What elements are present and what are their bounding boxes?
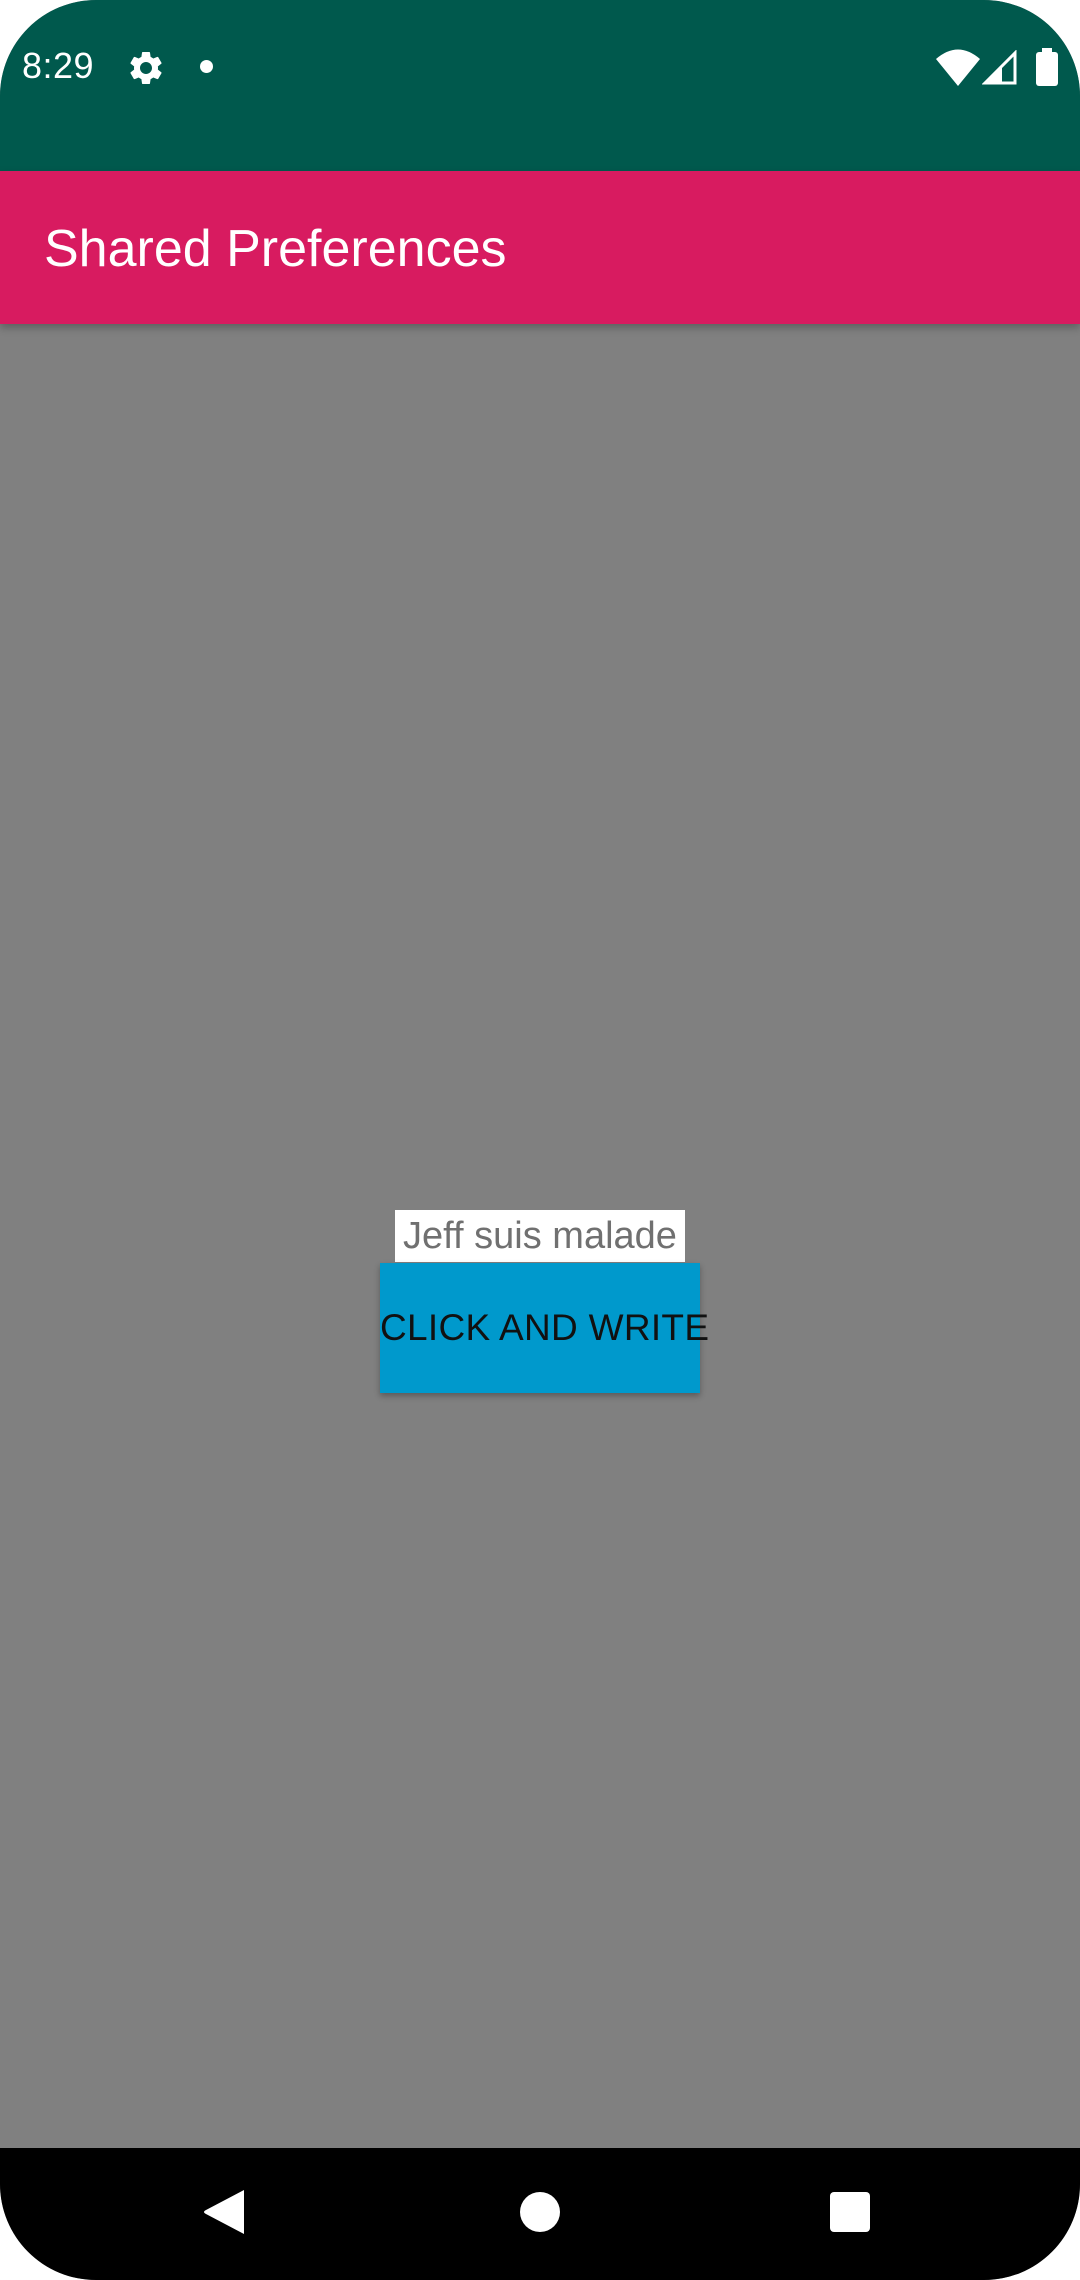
recents-icon[interactable] xyxy=(830,2192,870,2232)
gear-icon xyxy=(130,52,162,84)
app-title: Shared Preferences xyxy=(44,220,507,278)
signal-icon xyxy=(982,50,1017,85)
notification-dot-icon xyxy=(200,60,213,73)
status-time: 8:29 xyxy=(22,45,95,86)
app-bar: Shared Preferences xyxy=(0,171,1080,324)
status-bar: 8:29 xyxy=(0,0,1080,171)
wifi-icon xyxy=(936,49,980,86)
navigation-bar xyxy=(0,2148,1080,2280)
click-and-write-button[interactable]: CLICK AND WRITE xyxy=(380,1263,709,1393)
battery-icon xyxy=(1036,48,1058,86)
back-icon[interactable] xyxy=(202,2188,246,2236)
saved-preference-text: Jeff suis malade xyxy=(395,1210,685,1262)
main-content: Jeff suis malade CLICK AND WRITE xyxy=(0,324,1080,2148)
phone-screen: 8:29 Shared Preferences Jeff suis malade… xyxy=(0,0,1080,2280)
home-icon[interactable] xyxy=(520,2192,560,2232)
